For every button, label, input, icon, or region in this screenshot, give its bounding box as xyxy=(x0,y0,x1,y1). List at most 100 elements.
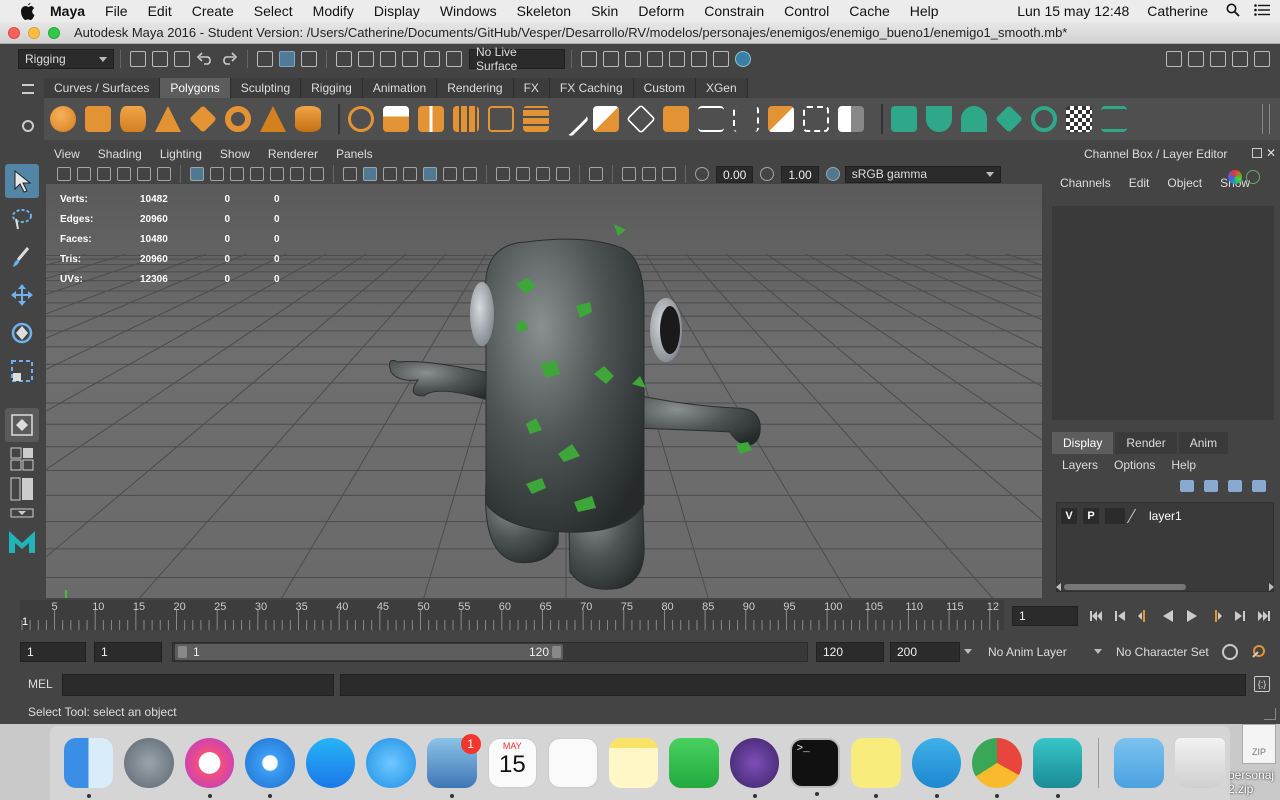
fill-hole-icon[interactable] xyxy=(488,106,514,132)
viewport-menu-renderer[interactable]: Renderer xyxy=(268,147,318,161)
ipr-render-icon[interactable] xyxy=(691,51,707,67)
menu-display[interactable]: Display xyxy=(374,3,420,19)
scrollbar-thumb[interactable] xyxy=(1064,584,1186,590)
perspective-viewport[interactable]: Verts: 10482 0 0 Edges: 20960 0 0 Faces: 10480 0… xyxy=(46,184,1042,598)
poly-sphere-icon[interactable] xyxy=(50,106,76,132)
messages-icon[interactable] xyxy=(366,738,416,788)
viewport-menu-view[interactable]: View xyxy=(54,147,80,161)
toggle-tool-settings-icon[interactable] xyxy=(1232,51,1248,67)
channel-box-color-icon[interactable] xyxy=(1228,170,1242,184)
command-input[interactable] xyxy=(62,674,334,696)
toggle-attribute-editor-icon[interactable] xyxy=(1210,51,1226,67)
use-all-lights-icon[interactable] xyxy=(443,167,457,181)
calendar-icon[interactable]: MAY 15 xyxy=(487,738,538,788)
construction-history-icon[interactable] xyxy=(625,51,641,67)
tab-display[interactable]: Display xyxy=(1052,432,1114,454)
wireframe-icon[interactable] xyxy=(343,167,357,181)
notes-icon[interactable] xyxy=(608,738,659,788)
close-panel-icon[interactable]: ✕ xyxy=(1266,146,1276,160)
script-editor-icon[interactable]: {;} xyxy=(1254,676,1270,692)
film-gate-icon[interactable] xyxy=(210,167,224,181)
workspace-icon[interactable] xyxy=(1166,51,1182,67)
select-camera-icon[interactable] xyxy=(57,167,71,181)
poly-pyramid-icon[interactable] xyxy=(260,106,286,132)
range-slider-handle[interactable]: 1 120 xyxy=(175,644,563,660)
menu-constrain[interactable]: Constrain xyxy=(704,3,764,19)
time-slider-ruler[interactable]: 5 10 15 20 25 30 35 40 45 50 55 60 65 70 75 80 85 90 95 100… xyxy=(20,600,1004,630)
render-frame-icon[interactable] xyxy=(669,51,685,67)
playback-start-field[interactable]: 1 xyxy=(94,642,162,662)
step-back-key-icon[interactable] xyxy=(1136,608,1152,624)
go-to-end-icon[interactable] xyxy=(1256,608,1272,624)
range-handle-right-grip[interactable] xyxy=(552,646,561,658)
mirror-icon[interactable] xyxy=(418,106,444,132)
gamma-icon[interactable] xyxy=(760,167,775,181)
grease-pencil-icon[interactable] xyxy=(157,167,171,181)
multi-cut-icon[interactable] xyxy=(698,106,724,132)
menu-help[interactable]: Help xyxy=(910,3,939,19)
menu-select[interactable]: Select xyxy=(254,3,293,19)
uv-planar-icon[interactable] xyxy=(891,106,917,132)
separate-icon[interactable] xyxy=(383,106,409,132)
close-window-button[interactable] xyxy=(8,26,20,39)
enemy-character-model[interactable] xyxy=(389,224,761,590)
menu-create[interactable]: Create xyxy=(192,3,234,19)
outliner-layout-button[interactable] xyxy=(5,476,39,502)
reduce-icon[interactable] xyxy=(523,106,549,132)
resolution-gate-icon[interactable] xyxy=(230,167,244,181)
shelf-tab-animation[interactable]: Animation xyxy=(362,78,438,98)
shelf-tab-rendering[interactable]: Rendering xyxy=(437,78,514,98)
toggle-modeling-toolkit-icon[interactable] xyxy=(1254,51,1270,67)
xray-active-icon[interactable] xyxy=(642,167,656,181)
depth-of-field-icon[interactable] xyxy=(556,167,570,181)
snap-point-icon[interactable] xyxy=(380,51,396,67)
layer-list-scrollbar[interactable] xyxy=(1056,582,1274,592)
layer-visibility-toggle[interactable]: V xyxy=(1061,508,1077,524)
color-management-icon[interactable] xyxy=(825,167,840,181)
extrude-icon[interactable] xyxy=(593,106,619,132)
xray-icon[interactable] xyxy=(622,167,636,181)
preview-icon[interactable]: 1 xyxy=(426,734,481,798)
viewport-menu-show[interactable]: Show xyxy=(220,147,250,161)
telegram-icon[interactable] xyxy=(911,738,962,798)
target-weld-icon[interactable] xyxy=(768,106,794,132)
snap-view-plane-icon[interactable] xyxy=(402,51,418,67)
cb-menu-channels[interactable]: Channels xyxy=(1060,176,1111,190)
app-store-icon[interactable] xyxy=(305,738,356,788)
anim-layer-dropdown[interactable]: No Anim Layer xyxy=(982,642,1092,662)
terminal-icon[interactable]: >_ xyxy=(790,738,841,796)
tab-anim[interactable]: Anim xyxy=(1178,432,1229,454)
save-scene-icon[interactable] xyxy=(174,51,190,67)
uv-checker-icon[interactable] xyxy=(1066,106,1092,132)
auto-key-icon[interactable] xyxy=(1222,644,1238,660)
channel-box-options-icon[interactable] xyxy=(1246,170,1260,184)
new-layer-from-selected-icon[interactable] xyxy=(1252,480,1266,492)
apple-icon[interactable] xyxy=(20,3,38,20)
shelf-tab-polygons[interactable]: Polygons xyxy=(160,78,231,98)
step-forward-frame-icon[interactable] xyxy=(1232,608,1248,624)
textured-icon[interactable] xyxy=(423,167,437,181)
render-view-icon[interactable] xyxy=(713,51,729,67)
exposure-icon[interactable] xyxy=(695,167,709,181)
view-transform-dropdown[interactable]: sRGB gamma xyxy=(844,165,1001,183)
combine-icon[interactable] xyxy=(348,106,374,132)
anti-aliasing-icon[interactable] xyxy=(536,167,550,181)
insert-edge-loop-icon[interactable] xyxy=(733,106,759,132)
menubar-datetime[interactable]: Lun 15 may 12:48 xyxy=(1017,3,1129,19)
make-live-icon[interactable] xyxy=(446,51,462,67)
lasso-tool-button[interactable] xyxy=(5,202,39,236)
xray-joints-icon[interactable] xyxy=(662,167,676,181)
chrome-icon[interactable] xyxy=(972,738,1022,798)
shelf-tab-fx-caching[interactable]: FX Caching xyxy=(549,78,634,98)
scroll-right-icon[interactable] xyxy=(1269,583,1274,591)
move-tool-button[interactable] xyxy=(5,278,39,312)
shelf-menu-icon[interactable] xyxy=(22,84,34,94)
step-forward-key-icon[interactable] xyxy=(1208,608,1224,624)
isolate-select-icon[interactable] xyxy=(589,167,603,181)
merge-icon[interactable] xyxy=(803,106,829,132)
animation-preferences-icon[interactable] xyxy=(1250,642,1268,660)
gamma-field[interactable]: 1.00 xyxy=(781,165,819,183)
current-frame-field[interactable]: 1 xyxy=(1012,606,1078,626)
layer-playback-toggle[interactable]: P xyxy=(1083,508,1099,524)
bookmark-icon[interactable] xyxy=(97,167,111,181)
